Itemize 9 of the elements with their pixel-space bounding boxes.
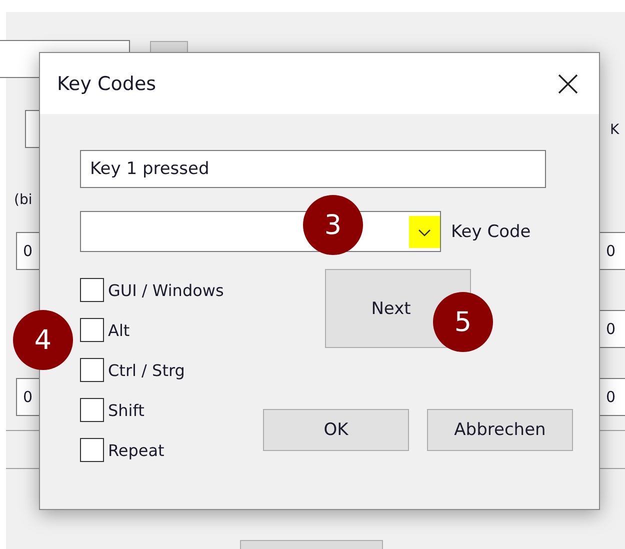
window-title: Key Codes bbox=[57, 72, 156, 94]
checkbox-label: Repeat bbox=[108, 440, 164, 460]
field-label: Key Code bbox=[451, 222, 531, 242]
checkbox-label: Alt bbox=[108, 320, 130, 340]
checkbox-label: Shift bbox=[108, 400, 144, 420]
field-label: (bi bbox=[14, 192, 32, 208]
checkbox-label: GUI / Windows bbox=[108, 280, 224, 300]
checkbox-label: Ctrl / Strg bbox=[108, 360, 185, 380]
field-label: K bbox=[610, 122, 620, 138]
